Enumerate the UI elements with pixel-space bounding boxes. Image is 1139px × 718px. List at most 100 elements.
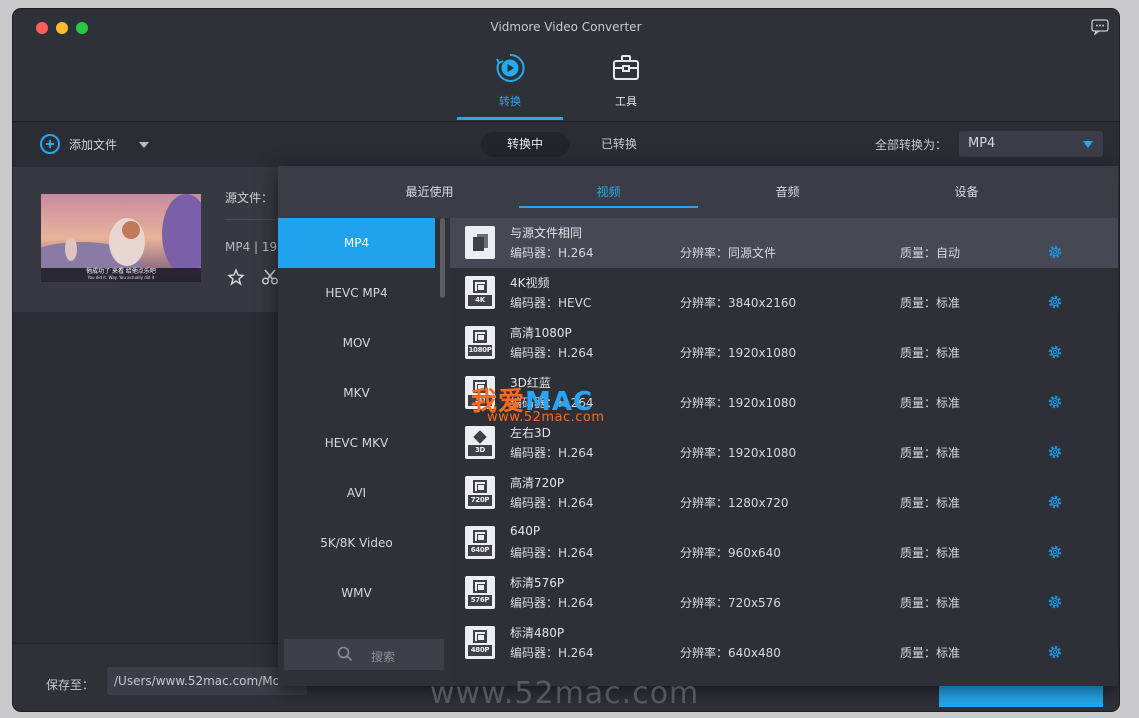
format-item[interactable]: AVI (278, 468, 435, 518)
preset-name: 4K视频 (510, 276, 550, 290)
popup-tab-2[interactable]: 音频 (698, 166, 877, 218)
preset-quality: 质量：标准 (900, 296, 961, 310)
preset-resolution: 分辨率：1920x1080 (680, 396, 797, 410)
preset-quality: 质量：标准 (900, 346, 961, 360)
tab-convert-label: 转换 (499, 95, 521, 108)
add-circle-icon (40, 134, 60, 154)
format-list: MP4 HEVC MP4 MOV MKV HEVC MKV AVI 5K/8K Video W… (278, 218, 450, 686)
popup-tab-3[interactable]: 设备 (877, 166, 1056, 218)
title-bar: Vidmore Video Converter 转换 工具 (13, 9, 1119, 121)
segment-converted[interactable]: 已转换 (575, 132, 663, 157)
search-placeholder: 搜索 (371, 650, 396, 664)
convert-all-label: 全部转换为： (875, 138, 948, 152)
preset-encoder: 编码器：H.264 (510, 646, 594, 660)
same-as-source-icon (465, 226, 495, 259)
cube-3d-icon: 3D (465, 426, 495, 459)
preset-quality: 质量：标准 (900, 596, 961, 610)
preset-quality: 质量：标准 (900, 396, 961, 410)
preset-settings-gear-icon[interactable] (1046, 593, 1064, 611)
preset-encoder: 编码器：HEVC (510, 296, 592, 310)
preset-settings-gear-icon[interactable] (1046, 343, 1064, 361)
active-tab-indicator (457, 117, 563, 120)
preset-encoder: 编码器：H.264 (510, 246, 594, 260)
popup-tab-0[interactable]: 最近使用 (340, 166, 519, 218)
format-list-scrollbar[interactable] (440, 218, 445, 298)
preset-settings-gear-icon[interactable] (1046, 243, 1064, 261)
preset-row[interactable]: 与源文件相同 编码器：H.264 分辨率：同源文件 质量：自动 (450, 218, 1118, 268)
preset-name: 640P (510, 524, 541, 538)
video-film-icon: 720P (465, 476, 495, 509)
video-film-icon: 480P (465, 626, 495, 659)
save-to-label: 保存至： (46, 678, 95, 692)
preset-settings-gear-icon[interactable] (1046, 393, 1064, 411)
feedback-chat-icon[interactable] (1091, 19, 1109, 35)
format-item[interactable]: HEVC MKV (278, 418, 435, 468)
toolbar: 添加文件 转换中 已转换 全部转换为： MP4 (13, 122, 1119, 167)
preset-encoder: 编码器：H.264 (510, 446, 594, 460)
preset-tag: 1080P (468, 345, 492, 356)
preset-row[interactable]: 640P 640P 编码器：H.264 分辨率：960x640 质量：标准 (450, 518, 1118, 568)
preset-row[interactable]: 480P 标清480P 编码器：H.264 分辨率：640x480 质量：标准 (450, 618, 1118, 668)
preset-tag: 640P (468, 545, 492, 556)
preset-settings-gear-icon[interactable] (1046, 293, 1064, 311)
preset-settings-gear-icon[interactable] (1046, 443, 1064, 461)
subtitle-text-1: 他成功了 来看 给他点乐吧 (86, 268, 156, 275)
format-item[interactable]: MOV (278, 318, 435, 368)
preset-settings-gear-icon[interactable] (1046, 643, 1064, 661)
add-file-dropdown-icon[interactable] (139, 142, 149, 148)
preset-name: 与源文件相同 (510, 226, 583, 240)
preset-quality: 质量：自动 (900, 246, 961, 260)
search-icon (337, 646, 353, 662)
preset-name: 高清1080P (510, 326, 572, 340)
popup-active-tab-indicator (519, 206, 698, 208)
preset-tag: 720P (468, 495, 492, 506)
convert-icon (496, 53, 525, 82)
preset-encoder: 编码器：H.264 (510, 546, 594, 560)
add-file-label: 添加文件 (69, 137, 118, 152)
format-item[interactable]: WMV (278, 568, 435, 618)
format-item[interactable]: 5K/8K Video (278, 518, 435, 568)
format-search-input[interactable]: 搜索 (284, 639, 444, 670)
preset-row[interactable]: 1080P 高清1080P 编码器：H.264 分辨率：1920x1080 质量：标准 (450, 318, 1118, 368)
preset-row[interactable]: 3D 左右3D 编码器：H.264 分辨率：1920x1080 质量：标准 (450, 418, 1118, 468)
preset-resolution: 分辨率：1920x1080 (680, 346, 797, 360)
preset-settings-gear-icon[interactable] (1046, 543, 1064, 561)
scissors-icon[interactable] (261, 268, 279, 286)
format-item[interactable]: MP4 (278, 218, 435, 268)
popup-tab-1[interactable]: 视频 (519, 166, 698, 218)
convert-all-format-value: MP4 (968, 136, 996, 151)
format-item[interactable]: HEVC MP4 (278, 268, 435, 318)
preset-resolution: 分辨率：1920x1080 (680, 446, 797, 460)
video-film-icon: 4K (465, 276, 495, 309)
source-file-label: 源文件： (225, 191, 274, 205)
preset-resolution: 分辨率：1280x720 (680, 496, 789, 510)
segment-converting[interactable]: 转换中 (481, 132, 570, 157)
preset-resolution: 分辨率：720x576 (680, 596, 781, 610)
preset-settings-gear-icon[interactable] (1046, 493, 1064, 511)
tab-convert[interactable]: 转换 (457, 53, 563, 109)
preset-row[interactable]: 720P 高清720P 编码器：H.264 分辨率：1280x720 质量：标准 (450, 468, 1118, 518)
preset-tag: 576P (468, 595, 492, 606)
preset-quality: 质量：标准 (900, 646, 961, 660)
add-file-button[interactable]: 添加文件 (40, 134, 117, 154)
format-item[interactable]: MKV (278, 368, 435, 418)
save-path-value: /Users/www.52mac.com/Mo (114, 674, 280, 688)
subtitle-text-2: You did it. Way. You actually did it (87, 275, 155, 280)
enhance-star-icon[interactable] (227, 268, 245, 286)
preset-name: 标清576P (510, 576, 565, 590)
preset-name: 标清480P (510, 626, 565, 640)
preset-resolution: 分辨率：3840x2160 (680, 296, 797, 310)
save-path-field[interactable]: /Users/www.52mac.com/Mo (107, 667, 307, 695)
tab-tools[interactable]: 工具 (573, 53, 679, 109)
preset-row[interactable]: 576P 标清576P 编码器：H.264 分辨率：720x576 质量：标准 (450, 568, 1118, 618)
video-thumbnail[interactable]: 他成功了 来看 给他点乐吧 You did it. Way. You actua… (41, 194, 201, 282)
convert-all-button[interactable] (939, 683, 1103, 707)
preset-quality: 质量：标准 (900, 546, 961, 560)
preset-name: 左右3D (510, 426, 551, 440)
convert-all-format-select[interactable]: MP4 (959, 131, 1103, 157)
preset-row[interactable]: 4K 4K视频编码器：HEVC 分辨率：3840x2160 质量：标准 (450, 268, 1118, 318)
preset-tag: 480P (468, 645, 492, 656)
file-meta: MP4 | 19 (225, 240, 278, 254)
preset-resolution: 分辨率：同源文件 (680, 246, 777, 260)
preset-quality: 质量：标准 (900, 496, 961, 510)
